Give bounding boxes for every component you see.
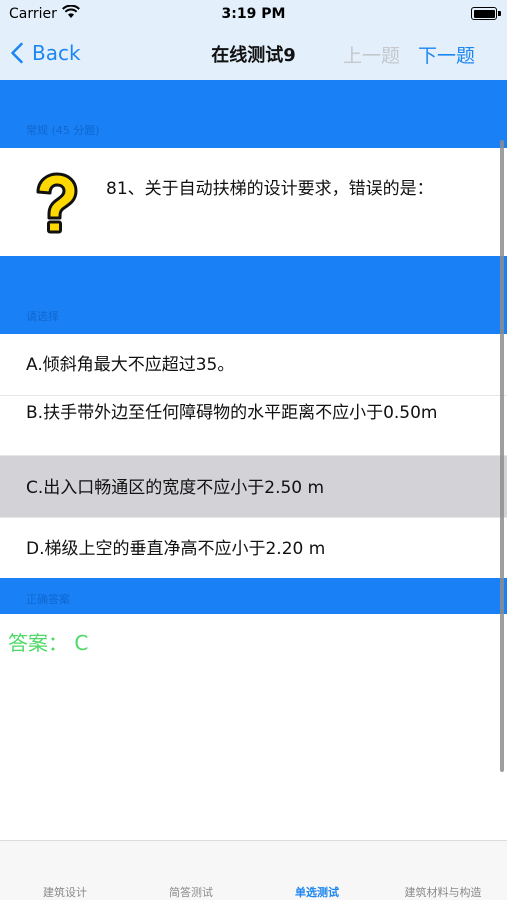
back-label: Back <box>32 41 81 65</box>
option-d[interactable]: D.梯级上空的垂直净高不应小于2.20 m <box>0 518 507 578</box>
question-section-caption: 常规 (45 分题) <box>26 124 100 137</box>
question-card: 81、关于自动扶梯的设计要求，错误的是： <box>0 148 507 256</box>
scrollbar[interactable] <box>500 140 504 772</box>
option-c[interactable]: C.出入口畅通区的宽度不应小于2.50 m <box>0 456 507 518</box>
status-bar: Carrier 3:19 PM <box>0 0 507 28</box>
tab-bar: 建筑设计 简答测试 单选测试 建筑材料与构造 <box>0 840 507 900</box>
back-button[interactable]: Back <box>10 38 81 68</box>
option-a[interactable]: A.倾斜角最大不应超过35。 <box>0 334 507 396</box>
options-section-header: 请选择 <box>0 256 507 334</box>
answer-text: 答案： C <box>8 631 89 655</box>
tab-single-choice-test[interactable]: 单选测试 <box>254 884 380 900</box>
answer-section-header: 正确答案 <box>0 578 507 614</box>
battery-icon <box>471 7 497 20</box>
options-section-caption: 请选择 <box>26 310 59 323</box>
next-question-button[interactable]: 下一题 <box>418 41 475 68</box>
option-label: D.梯级上空的垂直净高不应小于2.20 m <box>26 539 326 559</box>
question-section-header: 常规 (45 分题) <box>0 80 507 148</box>
option-label: C.出入口畅通区的宽度不应小于2.50 m <box>26 478 325 498</box>
battery-tip <box>498 11 501 16</box>
previous-question-button[interactable]: 上一题 <box>343 41 400 68</box>
top-bar: Carrier 3:19 PM Back 在线测试9 上一题 下一题 <box>0 0 507 80</box>
answer-section-caption: 正确答案 <box>26 593 70 606</box>
chevron-left-icon <box>11 42 23 64</box>
option-label: A.倾斜角最大不应超过35。 <box>26 355 235 375</box>
tab-building-materials[interactable]: 建筑材料与构造 <box>380 884 506 900</box>
clock: 3:19 PM <box>221 6 286 22</box>
question-mark-icon <box>36 172 78 234</box>
question-text: 81、关于自动扶梯的设计要求，错误的是： <box>106 179 434 199</box>
navigation-bar: Back 在线测试9 上一题 下一题 <box>0 28 507 78</box>
option-label: B.扶手带外边至任何障碍物的水平距离不应小于0.50m <box>26 403 438 423</box>
tab-architecture-design[interactable]: 建筑设计 <box>2 884 128 900</box>
option-b[interactable]: B.扶手带外边至任何障碍物的水平距离不应小于0.50m <box>0 396 507 456</box>
tab-short-answer-test[interactable]: 简答测试 <box>128 884 254 900</box>
screen: Carrier 3:19 PM Back 在线测试9 上一题 下一题 常规 (4… <box>0 0 507 900</box>
